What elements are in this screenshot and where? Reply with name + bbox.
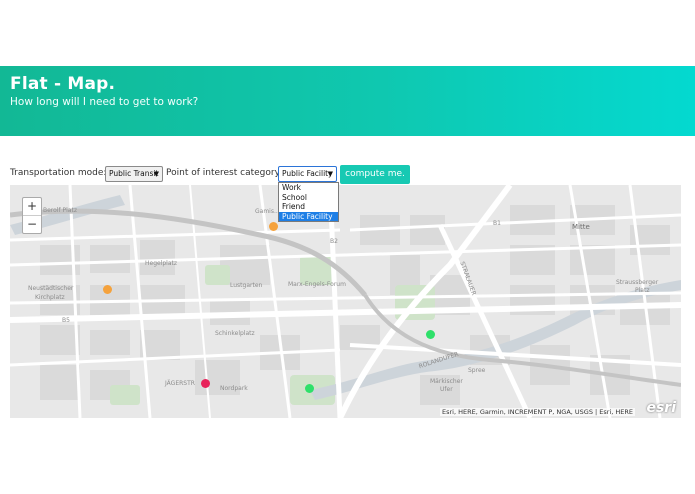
chevron-down-icon: ▼ [327,170,333,178]
map-basemap [10,185,681,418]
map-label-lustgarten: Lustgarten [230,282,263,289]
header-banner: Flat - Map. How long will I need to get … [0,66,695,136]
map-label-strausberger: Straussberger [616,279,659,286]
poi-green-2[interactable] [305,384,314,393]
category-dropdown: Work School Friend Public Facility [278,182,339,222]
transport-select-value: Public Transit [109,169,159,178]
dropdown-option-work[interactable]: Work [279,183,338,193]
map-label-platz: Platz [635,287,650,294]
zoom-out-button[interactable]: − [23,216,41,233]
map-label-ufer: Ufer [440,386,453,393]
category-select[interactable]: Public Facility ▼ [278,166,337,182]
map-label-b2: B2 [330,238,338,245]
map-label-kirchplatz: Kirchplatz [35,294,65,301]
controls-bar: Transportation mode: Public Transit ▼ Po… [10,165,430,185]
map-label-neustaedter: Neustädtischer [28,285,74,292]
dropdown-option-school[interactable]: School [279,193,338,203]
map-label-nordpark: Nordpark [220,385,248,392]
page-title: Flat - Map. [10,74,116,94]
map-label-schinkelplatz: Schinkelplatz [215,330,255,337]
poi-red-1[interactable] [201,379,210,388]
map-attribution: Esri, HERE, Garmin, INCREMENT P, NGA, US… [440,408,635,416]
category-select-value: Public Facility [282,169,333,178]
esri-logo: esri [646,400,676,416]
dropdown-option-friend[interactable]: Friend [279,202,338,212]
map-label-maerkisches: Märkischer [430,378,463,385]
map-label-gamis: Gamis... [255,208,280,215]
chevron-down-icon: ▼ [153,170,159,178]
map-label-hegelplatz: Hegelplatz [145,260,178,267]
map-label-marx-engels: Marx-Engels-Forum [288,281,346,288]
zoom-control: + − [22,197,42,234]
map-label-mitte: Mitte [572,223,590,231]
poi-orange-2[interactable] [103,285,112,294]
poi-green-1[interactable] [426,330,435,339]
transport-select[interactable]: Public Transit ▼ [105,166,163,182]
map-label-spree: Spree [468,367,486,374]
poi-orange-1[interactable] [269,222,278,231]
map-view[interactable]: + − Berolf Platz Gamis... Mitte Hegelpla… [10,185,681,418]
category-label: Point of interest category: [166,168,283,178]
compute-button[interactable]: compute me. [340,165,410,184]
page-subtitle: How long will I need to get to work? [10,96,199,108]
dropdown-option-public-facility[interactable]: Public Facility [279,211,338,221]
map-label-b1: B1 [493,220,501,227]
transport-label: Transportation mode: [10,168,107,178]
zoom-in-button[interactable]: + [23,198,41,216]
map-label-jaegerstr: JÄGERSTR [165,380,195,387]
map-label-berolfplatz: Berolf Platz [43,207,77,214]
map-label-b5: B5 [62,317,70,324]
